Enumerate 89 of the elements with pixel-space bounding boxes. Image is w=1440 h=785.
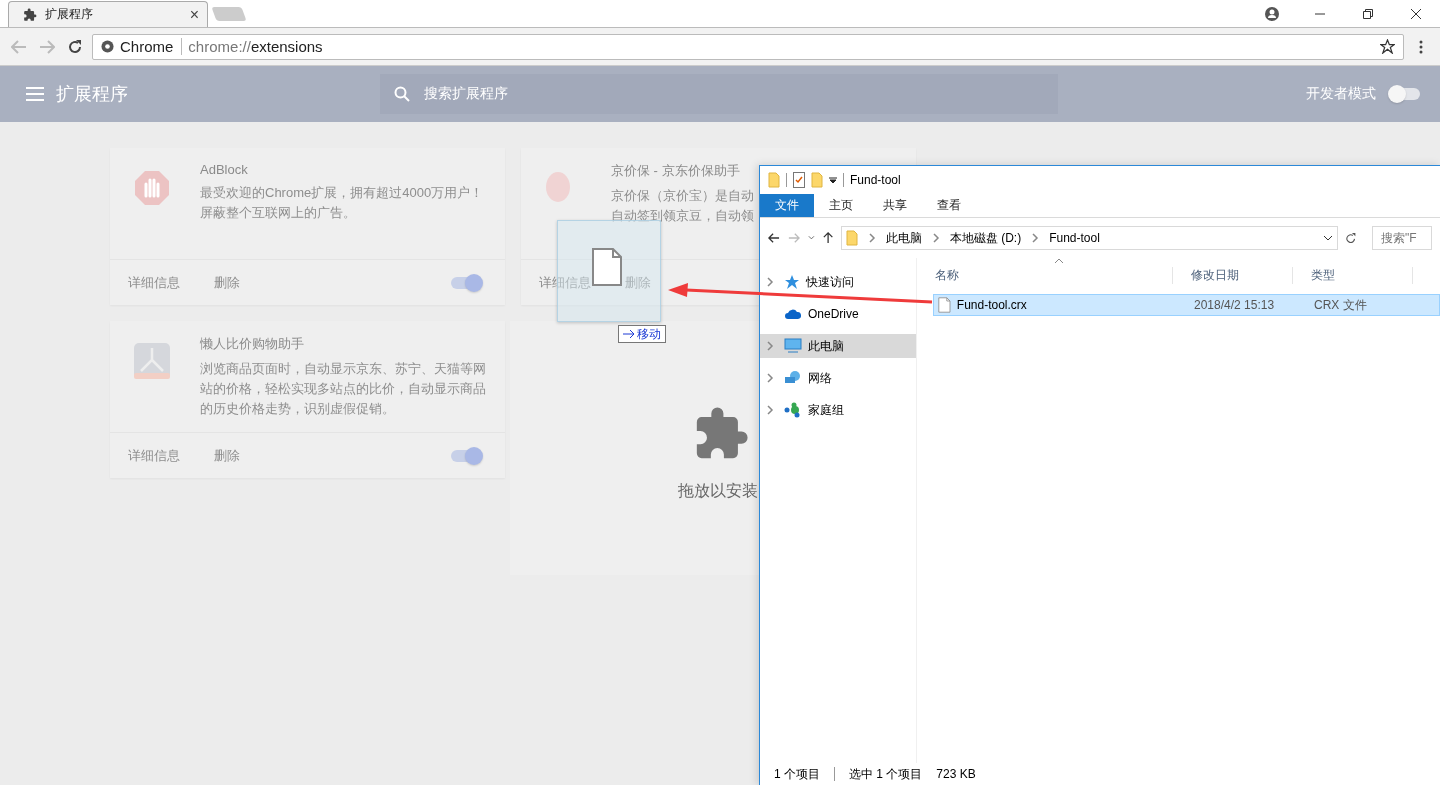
dropdown-caret-icon[interactable] bbox=[1322, 235, 1333, 241]
page-title: 扩展程序 bbox=[56, 83, 129, 106]
selection-size: 723 KB bbox=[936, 767, 976, 781]
selection-info: 选中 1 个项目 bbox=[849, 765, 923, 783]
nav-label: 网络 bbox=[808, 369, 832, 387]
restore-icon[interactable] bbox=[1363, 9, 1373, 19]
sort-caret-icon bbox=[1054, 258, 1064, 264]
extension-name: 京价保 - 京东价保助手 bbox=[611, 162, 741, 180]
ribbon-tab[interactable]: 主页 bbox=[814, 194, 868, 217]
extension-description: 最受欢迎的Chrome扩展，拥有超过4000万用户！屏蔽整个互联网上的广告。 bbox=[200, 184, 485, 222]
file-type: CRX 文件 bbox=[1314, 296, 1367, 314]
window-title: Fund-tool bbox=[850, 173, 901, 187]
file-icon bbox=[591, 247, 623, 287]
chrome-logo-icon bbox=[101, 40, 114, 53]
file-name: Fund-tool.crx bbox=[956, 298, 1027, 312]
up-icon[interactable] bbox=[822, 231, 833, 245]
file-icon bbox=[938, 297, 951, 313]
nav-item[interactable]: 快速访问 bbox=[760, 270, 916, 294]
address-bar[interactable]: Chrome chrome://extensions bbox=[92, 33, 1404, 60]
chevron-icon[interactable] bbox=[931, 233, 940, 243]
file-date: 2018/4/2 15:13 bbox=[1194, 298, 1275, 312]
effect-text: 移动 bbox=[637, 325, 661, 343]
breadcrumb-item[interactable]: 本地磁盘 (D:) bbox=[949, 229, 1022, 247]
url-text: chrome://extensions bbox=[188, 38, 323, 55]
column-header[interactable]: 名称 bbox=[917, 267, 1173, 284]
extension-name: 懒人比价购物助手 bbox=[200, 335, 305, 353]
dropdown-caret-icon[interactable] bbox=[829, 176, 837, 184]
network-icon bbox=[784, 370, 802, 386]
recent-caret-icon[interactable] bbox=[807, 235, 815, 241]
breadcrumb-item[interactable]: Fund-tool bbox=[1049, 231, 1100, 245]
ribbon-tab[interactable]: 共享 bbox=[868, 194, 922, 217]
back-icon[interactable] bbox=[768, 232, 780, 244]
extension-description: 浏览商品页面时，自动显示京东、苏宁、天猫等网站的价格，轻松实现多站点的比价，自动显示商品的历史价格走势，识别虚假促销。 bbox=[200, 360, 487, 418]
nav-label: 此电脑 bbox=[808, 337, 844, 355]
folder-icon bbox=[811, 172, 823, 188]
star-icon bbox=[784, 274, 800, 290]
chevron-icon[interactable] bbox=[1031, 233, 1040, 243]
menu-dots-icon[interactable] bbox=[1419, 39, 1423, 54]
tab-title: 扩展程序 bbox=[45, 6, 94, 23]
nav-item[interactable]: 网络 bbox=[760, 366, 916, 390]
monitor-icon bbox=[784, 338, 802, 354]
browser-tab[interactable]: 扩展程序 × bbox=[8, 1, 208, 27]
developer-mode-toggle[interactable] bbox=[1388, 85, 1422, 103]
homegroup-icon bbox=[784, 402, 802, 418]
egg-icon bbox=[545, 170, 571, 202]
extension-description: 京价保（京价宝）是自动自动签到领京豆，自动领 bbox=[611, 187, 754, 225]
file-row[interactable]: Fund-tool.crx 2018/4/2 15:13 CRX 文件 bbox=[933, 294, 1440, 316]
tab-close-button[interactable]: × bbox=[189, 5, 199, 24]
enable-toggle[interactable] bbox=[449, 273, 483, 292]
reload-icon[interactable] bbox=[67, 38, 83, 55]
folder-icon bbox=[768, 172, 780, 188]
chevron-icon[interactable] bbox=[766, 341, 774, 351]
drop-label: 拖放以安装 bbox=[678, 480, 758, 501]
nav-item[interactable]: 此电脑 bbox=[760, 334, 916, 358]
forward-icon[interactable] bbox=[787, 232, 800, 244]
item-count: 1 个项目 bbox=[774, 765, 820, 783]
nav-label: OneDrive bbox=[808, 307, 859, 321]
site-label: Chrome bbox=[120, 38, 183, 55]
ribbon-tab[interactable]: 查看 bbox=[922, 194, 976, 217]
cloud-icon bbox=[784, 308, 802, 320]
profile-icon[interactable] bbox=[1265, 7, 1279, 21]
column-header[interactable]: 类型 bbox=[1293, 267, 1413, 284]
star-icon[interactable] bbox=[1380, 39, 1395, 54]
nav-item[interactable]: OneDrive bbox=[760, 302, 916, 326]
file-menu-button[interactable]: 文件 bbox=[760, 194, 814, 217]
column-header[interactable]: 修改日期 bbox=[1173, 267, 1293, 284]
nav-label: 快速访问 bbox=[806, 273, 854, 291]
chevron-icon[interactable] bbox=[766, 373, 774, 383]
developer-mode-label: 开发者模式 bbox=[1306, 85, 1376, 103]
enable-toggle[interactable] bbox=[449, 446, 483, 465]
breadcrumb-item[interactable]: 此电脑 bbox=[885, 229, 922, 247]
close-icon[interactable] bbox=[1411, 9, 1421, 19]
chevron-icon[interactable] bbox=[766, 277, 774, 287]
refresh-icon[interactable] bbox=[1345, 231, 1356, 245]
stop-hand-icon bbox=[134, 170, 170, 206]
search-icon bbox=[394, 86, 410, 102]
chevron-icon[interactable] bbox=[766, 405, 774, 415]
app-icon bbox=[134, 343, 170, 379]
chevron-icon[interactable] bbox=[867, 233, 876, 243]
nav-label: 家庭组 bbox=[808, 401, 844, 419]
nav-item[interactable]: 家庭组 bbox=[760, 398, 916, 422]
arrow-icon bbox=[623, 329, 635, 339]
search-field[interactable]: 搜索"F bbox=[1372, 226, 1432, 250]
puzzle-icon bbox=[23, 7, 37, 22]
extension-name: AdBlock bbox=[200, 162, 249, 177]
menu-icon[interactable] bbox=[26, 87, 44, 101]
checklist-icon[interactable] bbox=[793, 172, 805, 188]
folder-icon bbox=[845, 230, 858, 246]
address-field[interactable]: 此电脑 本地磁盘 (D:) Fund-tool bbox=[840, 226, 1338, 250]
